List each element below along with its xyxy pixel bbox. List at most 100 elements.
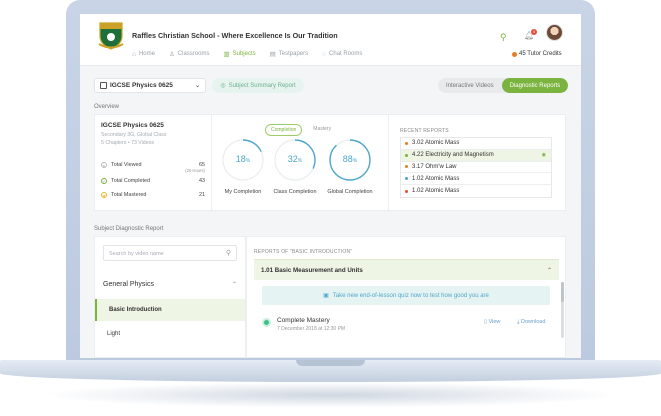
video-item-light[interactable]: Light	[95, 323, 245, 345]
report-item[interactable]: 4.22 Electricity and Magnetism ◉	[401, 149, 551, 162]
document-icon: ▯	[484, 319, 488, 325]
report-label: 3.02 Atomic Mass	[412, 140, 460, 147]
video-nav-panel: Search by video name ⚲ General Physics ⌃…	[94, 236, 246, 358]
report-item[interactable]: 3.17 Ohm'w Law	[401, 162, 551, 174]
overview-label: Overview	[94, 104, 120, 110]
report-icon: ◎	[220, 83, 226, 89]
video-item-basic-introduction[interactable]: Basic Introduction	[95, 299, 245, 321]
stat-total-mastered: ★ Total Mastered 21	[101, 192, 205, 198]
course-chapters: 5 Chapters • 73 Videos	[101, 140, 155, 146]
tab-diagnostic-reports[interactable]: Diagnostic Reports	[501, 78, 569, 93]
course-summary: IGCSE Physics 0625 Secondary 3G, Global …	[101, 122, 205, 198]
nav-chat-rooms[interactable]: ◌ Chat Rooms	[322, 50, 362, 58]
tutor-credits[interactable]: 45 Tutor Credits	[512, 51, 562, 57]
stat-label: Total Completed	[111, 178, 150, 184]
laptop-notch	[296, 360, 365, 366]
nav-testpapers[interactable]: ▤ Testpapers	[270, 50, 309, 58]
view-label: View	[488, 319, 501, 325]
report-dot-icon	[405, 177, 408, 181]
report-dot-icon	[405, 165, 408, 169]
chevron-down-icon: ⌄	[194, 83, 200, 89]
notification-badge: 4	[531, 29, 537, 35]
school-name: Raffles Christian School - Where Excelle…	[132, 31, 338, 40]
divider	[211, 115, 212, 212]
nav-classrooms[interactable]: ♙ Classrooms	[169, 50, 210, 58]
report-dot-icon	[405, 141, 408, 145]
report-section-title: 1.01 Basic Measurement and Units	[261, 267, 363, 274]
view-button[interactable]: ▯ View	[484, 319, 500, 325]
stat-label: Total Viewed	[111, 162, 142, 168]
stat-total-viewed: • Total Viewed 65 (20 Hours)	[101, 162, 205, 173]
stat-total-completed: ✓ Total Completed 43	[101, 178, 205, 184]
home-icon: ⌂	[132, 50, 136, 58]
recent-reports-list: 3.02 Atomic Mass 4.22 Electricity and Ma…	[400, 137, 552, 198]
diagnostic-label: Subject Diagnostic Report	[94, 226, 164, 232]
tab-completion[interactable]: Completion	[265, 124, 303, 136]
ring-value: 88%	[327, 154, 373, 164]
ring-value: 32%	[272, 154, 318, 164]
ring-value-number: 88	[342, 154, 353, 164]
tab-mastery[interactable]: Mastery	[308, 124, 336, 136]
report-item[interactable]: 1.02 Atomic Mass	[401, 173, 551, 186]
chat-icon: ◌	[322, 50, 327, 58]
ring-value: 18%	[220, 154, 266, 164]
report-item[interactable]: 1.02 Atomic Mass	[401, 185, 551, 197]
video-search-input[interactable]: Search by video name ⚲	[103, 245, 237, 261]
school-crest-logo[interactable]	[97, 20, 125, 50]
mastery-entry: Complete Mastery 7 December 2018 at 12:3…	[262, 315, 550, 333]
nav-subjects[interactable]: ▥ Subjects	[223, 50, 255, 58]
nav-testpapers-label: Testpapers	[278, 51, 309, 57]
mastery-title: Complete Mastery	[277, 317, 330, 324]
nav-chat-rooms-label: Chat Rooms	[329, 51, 363, 57]
app-header: Raffles Christian School - Where Excelle…	[80, 14, 581, 66]
report-label: 3.17 Ohm'w Law	[412, 163, 457, 170]
course-icon	[100, 82, 107, 89]
check-icon: ✓	[101, 178, 107, 184]
search-icon[interactable]: ⚲	[500, 32, 507, 43]
report-label: 1.02 Atomic Mass	[412, 175, 460, 182]
scrollbar-thumb[interactable]	[561, 282, 564, 302]
quiz-banner-text: Take new end-of-lesson quiz now to test …	[332, 292, 489, 299]
report-label: 4.22 Electricity and Magnetism	[412, 152, 494, 159]
nav-home-label: Home	[138, 51, 155, 57]
category-label: General Physics	[103, 281, 154, 288]
category-general-physics[interactable]: General Physics ⌃	[103, 281, 237, 288]
course-title: IGCSE Physics 0625	[101, 122, 164, 129]
course-select-value: IGCSE Physics 0625	[110, 82, 173, 89]
download-button[interactable]: ⤓ Download	[517, 319, 545, 326]
chevron-up-icon: ⌃	[231, 282, 237, 288]
nav-classrooms-label: Classrooms	[177, 51, 210, 57]
course-select[interactable]: IGCSE Physics 0625 ⌄	[94, 78, 206, 93]
quiz-icon: ▣	[323, 293, 329, 299]
stat-label: Total Mastered	[111, 192, 147, 198]
view-eye-icon[interactable]: ◉	[542, 152, 546, 158]
course-class: Secondary 3G, Global Class	[101, 132, 167, 138]
main-nav: ⌂ Home ♙ Classrooms ▥ Subjects ▤ Testpap…	[132, 50, 362, 59]
subject-summary-report-button[interactable]: ◎ Subject Summary Report	[212, 78, 304, 93]
user-avatar[interactable]	[546, 24, 563, 41]
nav-home[interactable]: ⌂ Home	[132, 50, 155, 58]
subject-summary-report-label: Subject Summary Report	[228, 82, 296, 89]
mastery-status-icon	[262, 318, 271, 327]
credits-coin-icon	[512, 51, 517, 57]
divider	[388, 115, 389, 212]
ring-value-number: 32	[287, 154, 298, 164]
download-icon: ⤓	[517, 319, 520, 325]
report-dot-icon	[405, 153, 408, 157]
classroom-icon: ♙	[168, 51, 175, 58]
ring-value-unit: %	[352, 158, 358, 164]
report-item[interactable]: 3.02 Atomic Mass	[401, 138, 551, 150]
app-screen: Raffles Christian School - Where Excelle…	[80, 14, 581, 358]
ring-value-unit: %	[245, 158, 251, 164]
stat-value: 21	[199, 192, 205, 198]
quiz-banner[interactable]: ▣ Take new end-of-lesson quiz now to tes…	[262, 286, 550, 305]
credits-label: 45 Tutor Credits	[519, 51, 562, 57]
mastery-date: 7 December 2018 at 12:30 PM	[277, 326, 346, 332]
ring-value-unit: %	[297, 158, 303, 164]
tab-interactive-videos[interactable]: Interactive Videos	[438, 78, 502, 93]
stat-value-wrap: 65 (20 Hours)	[185, 162, 205, 173]
subjects-icon: ▥	[223, 51, 230, 58]
report-dot-icon	[405, 189, 408, 193]
testpaper-icon: ▤	[269, 51, 276, 58]
report-section-header[interactable]: 1.01 Basic Measurement and Units ⌃	[254, 259, 559, 280]
